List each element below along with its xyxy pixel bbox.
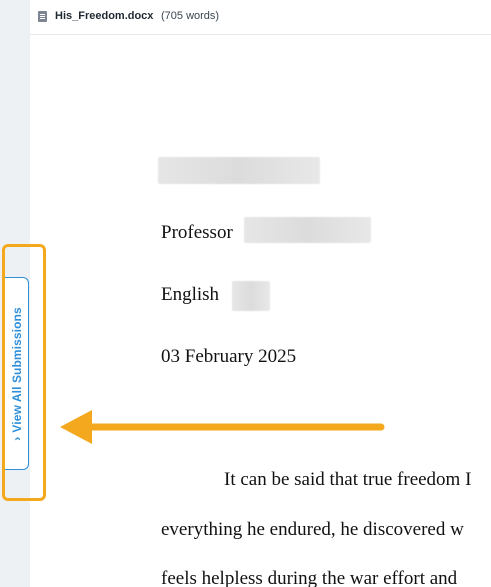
arrow-head [60,410,92,444]
annotation-arrow [60,410,385,444]
